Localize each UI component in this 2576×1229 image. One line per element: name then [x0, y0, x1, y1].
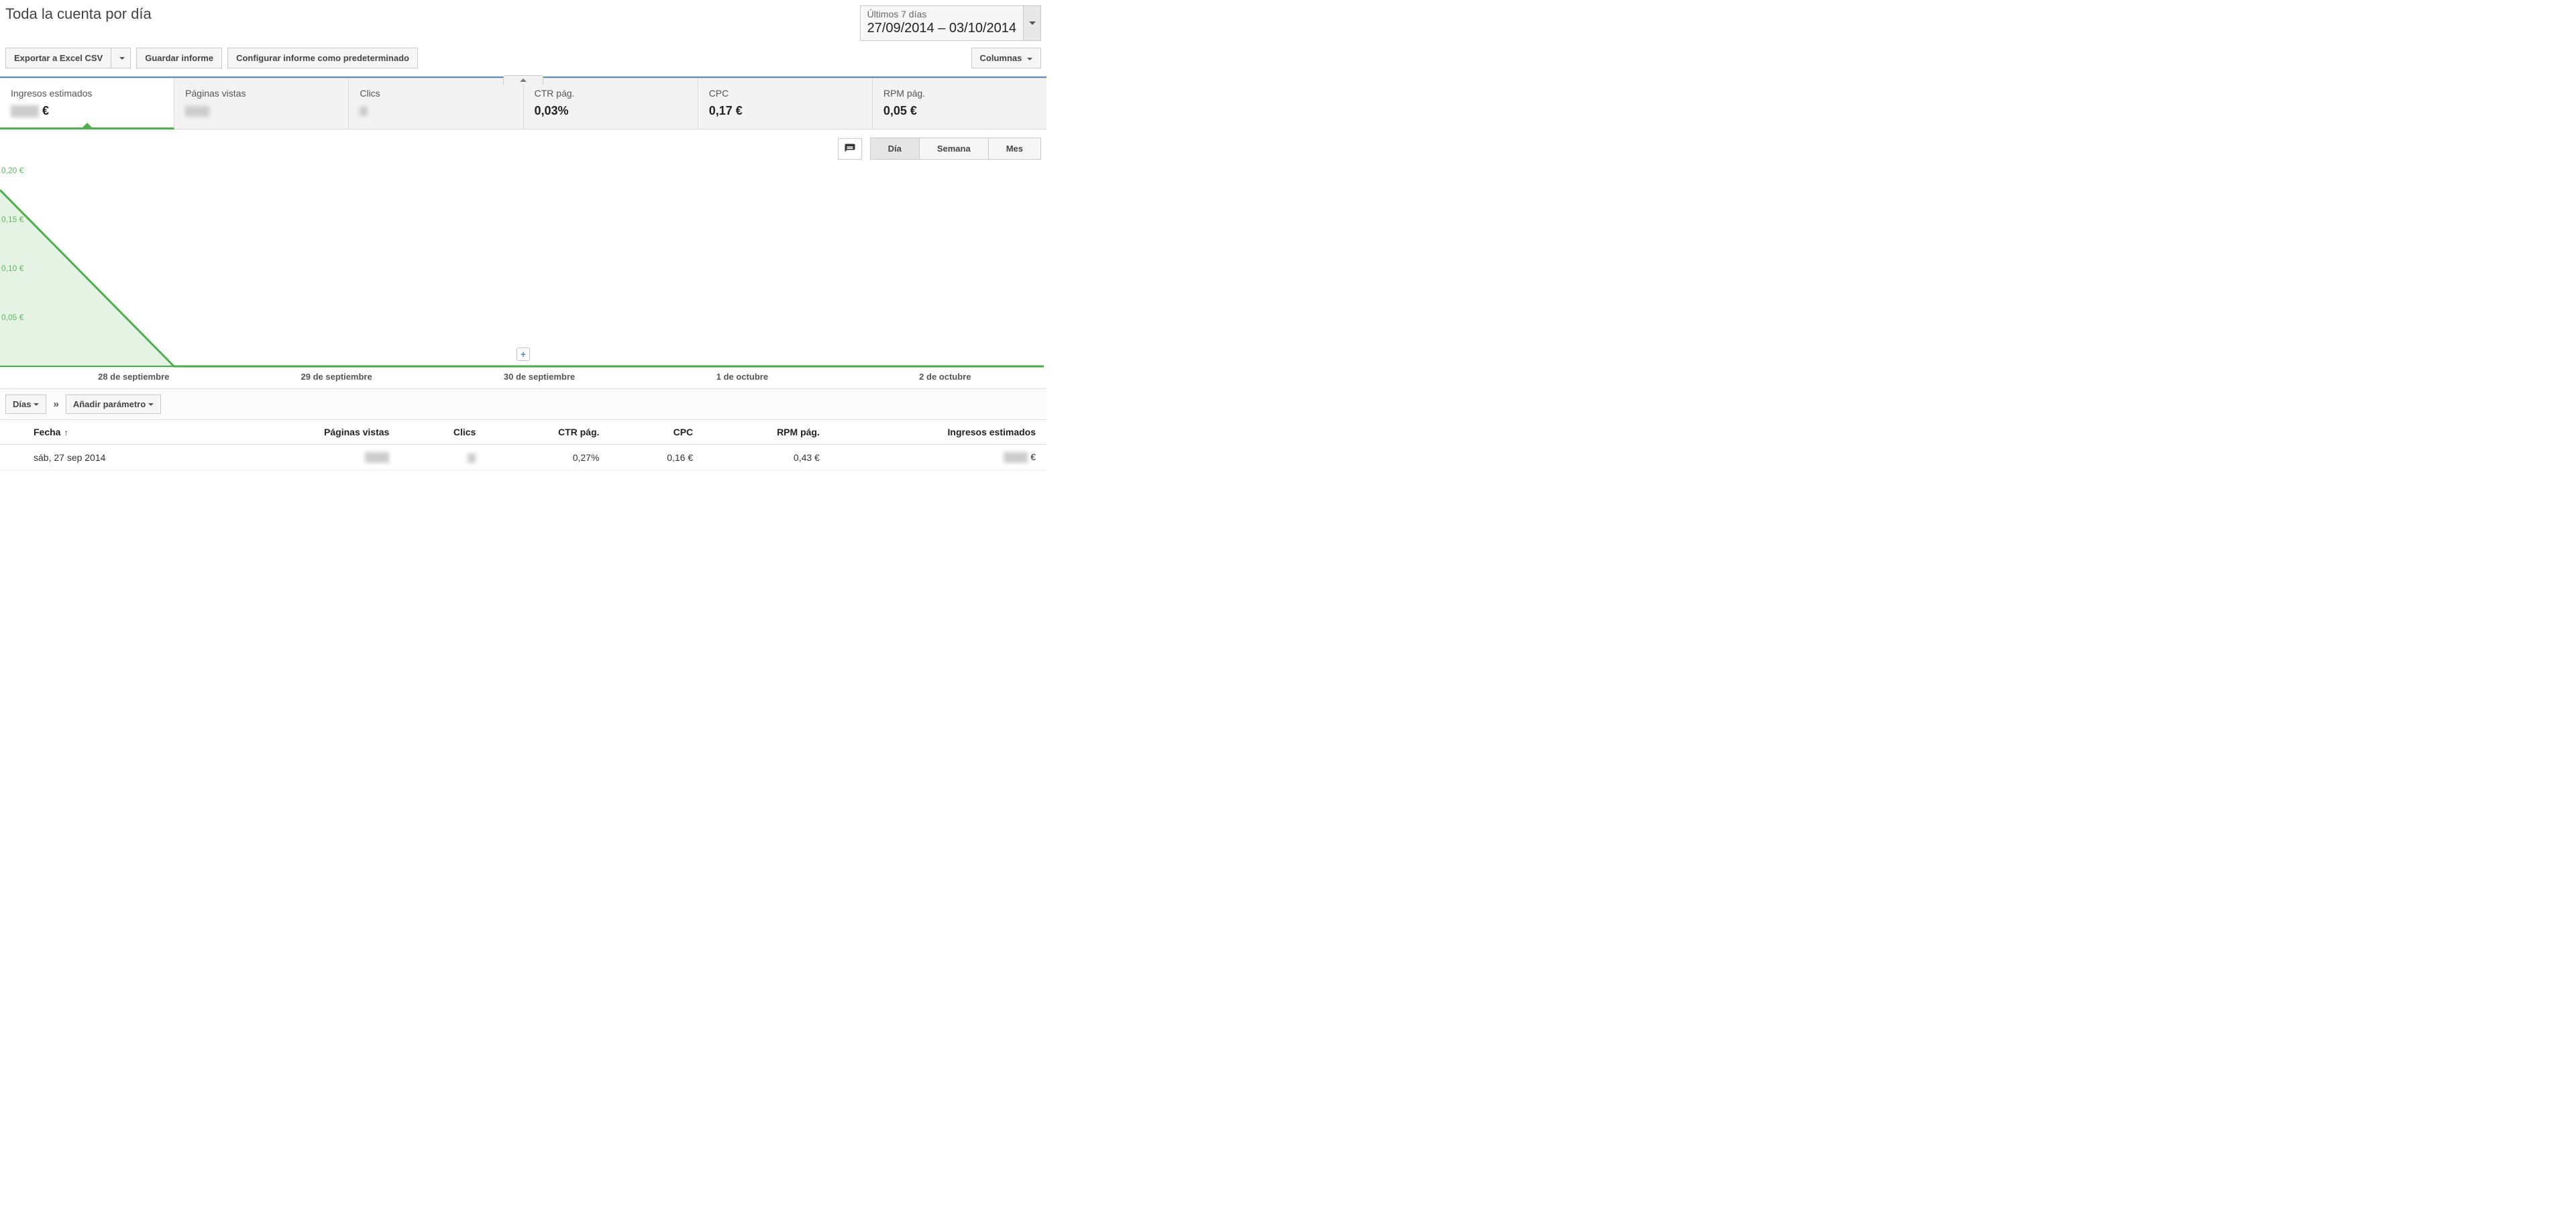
- date-range-dropdown-button[interactable]: [1023, 6, 1040, 40]
- chevron-down-icon: [119, 57, 125, 60]
- date-range-text: Últimos 7 días 27/09/2014 – 03/10/2014: [861, 6, 1023, 40]
- chart-x-tick: 2 de octubre: [844, 372, 1046, 382]
- metric-tab-4[interactable]: CPC 0,17 €: [698, 78, 873, 129]
- metric-tab-5[interactable]: RPM pág. 0,05 €: [873, 78, 1046, 129]
- add-parameter-dropdown[interactable]: Añadir parámetro: [66, 394, 161, 414]
- metric-tab-2[interactable]: Clics: [349, 78, 523, 129]
- dimension-label: Días: [13, 399, 31, 409]
- time-granularity-toggle: Día Semana Mes: [870, 138, 1041, 160]
- granularity-day[interactable]: Día: [870, 138, 920, 160]
- column-header-paginas[interactable]: Páginas vistas: [229, 420, 400, 445]
- collapse-handle[interactable]: [503, 75, 543, 85]
- granularity-week[interactable]: Semana: [920, 138, 989, 160]
- blurred-value: [365, 452, 389, 463]
- column-header-rpm[interactable]: RPM pág.: [704, 420, 830, 445]
- page-title: Toda la cuenta por día: [5, 5, 152, 23]
- metric-tabs: Ingresos estimados € Páginas vistas Clics C…: [0, 78, 1046, 129]
- chart-x-tick: 30 de septiembre: [438, 372, 641, 382]
- chart-x-tick: 28 de septiembre: [32, 372, 235, 382]
- granularity-month[interactable]: Mes: [989, 138, 1041, 160]
- chart-area: + 0,20 € 0,15 € 0,10 € 0,05 €: [0, 166, 1044, 368]
- chart-y-tick: 0,10 €: [1, 264, 23, 273]
- chart-x-tick: 1 de octubre: [641, 372, 843, 382]
- metric-tab-value: 0,03%: [535, 104, 687, 118]
- blurred-value: [1004, 452, 1028, 463]
- chevron-down-icon: [34, 403, 39, 406]
- annotations-button[interactable]: [838, 138, 862, 160]
- cell-rpm: 0,43 €: [704, 445, 830, 470]
- metric-tab-label: Ingresos estimados: [11, 88, 163, 99]
- chevron-up-icon: [520, 78, 527, 82]
- blurred-value: [468, 453, 476, 463]
- column-header-clics[interactable]: Clics: [400, 420, 486, 445]
- cell-ingresos: €: [830, 445, 1046, 470]
- cell-cpc: 0,16 €: [610, 445, 704, 470]
- table-row: sáb, 27 sep 2014 0,27%0,16 €0,43 € €: [0, 445, 1046, 470]
- export-button-group: Exportar a Excel CSV: [5, 48, 131, 68]
- column-header-fecha[interactable]: Fecha ↑: [0, 420, 229, 445]
- data-table: Fecha ↑Páginas vistasClicsCTR pág.CPCRPM…: [0, 420, 1046, 470]
- chart-x-axis: 28 de septiembre29 de septiembre30 de se…: [32, 368, 1046, 388]
- cell-fecha: sáb, 27 sep 2014: [0, 445, 229, 470]
- metric-tab-value: [185, 104, 337, 118]
- chevron-down-icon: [148, 403, 154, 406]
- metric-tab-value: 0,05 €: [883, 104, 1036, 118]
- metric-tab-label: RPM pág.: [883, 88, 1036, 99]
- sort-arrow-icon: ↑: [62, 428, 68, 437]
- date-range-value: 27/09/2014 – 03/10/2014: [867, 21, 1016, 36]
- blurred-value: [360, 107, 368, 116]
- cell-paginas: [229, 445, 400, 470]
- currency-suffix: €: [1028, 451, 1036, 462]
- blurred-value: [185, 106, 209, 117]
- metric-tab-label: Páginas vistas: [185, 88, 337, 99]
- set-default-report-button[interactable]: Configurar informe como predeterminado: [227, 48, 418, 68]
- cell-clics: [400, 445, 486, 470]
- metric-tab-value: [360, 104, 512, 118]
- date-range-label: Últimos 7 días: [867, 9, 1016, 19]
- chart-fill-area: [0, 190, 1044, 368]
- metric-tab-label: Clics: [360, 88, 512, 99]
- blurred-value: [11, 105, 39, 117]
- columns-button-label: Columnas: [980, 53, 1022, 63]
- line-chart: [0, 166, 1044, 368]
- speech-bubble-icon: [844, 143, 856, 155]
- metric-tab-label: CTR pág.: [535, 88, 687, 99]
- chart-y-tick: 0,20 €: [1, 166, 23, 175]
- metric-tab-1[interactable]: Páginas vistas: [174, 78, 349, 129]
- chart-x-tick: 29 de septiembre: [235, 372, 437, 382]
- metric-tab-0[interactable]: Ingresos estimados €: [0, 78, 174, 129]
- metric-tab-3[interactable]: CTR pág. 0,03%: [524, 78, 698, 129]
- add-annotation-marker[interactable]: +: [517, 348, 530, 361]
- metric-tab-value: 0,17 €: [709, 104, 861, 118]
- breadcrumb-separator: »: [53, 398, 58, 410]
- column-header-ingresos[interactable]: Ingresos estimados: [830, 420, 1046, 445]
- column-header-ctr[interactable]: CTR pág.: [486, 420, 610, 445]
- add-parameter-label: Añadir parámetro: [73, 399, 146, 409]
- chevron-down-icon: [1027, 58, 1032, 60]
- date-range-picker[interactable]: Últimos 7 días 27/09/2014 – 03/10/2014: [860, 5, 1041, 41]
- dimension-dropdown[interactable]: Días: [5, 394, 46, 414]
- chevron-down-icon: [1029, 21, 1036, 25]
- metric-tab-value: €: [11, 104, 163, 118]
- columns-button[interactable]: Columnas: [971, 48, 1041, 68]
- table-body: sáb, 27 sep 2014 0,27%0,16 €0,43 € €: [0, 445, 1046, 470]
- chart-line: [0, 190, 1044, 366]
- export-dropdown-button[interactable]: [111, 48, 131, 68]
- column-header-cpc[interactable]: CPC: [610, 420, 704, 445]
- export-csv-button[interactable]: Exportar a Excel CSV: [5, 48, 111, 68]
- metric-tab-label: CPC: [709, 88, 861, 99]
- chart-y-tick: 0,05 €: [1, 313, 23, 322]
- table-header-row: Fecha ↑Páginas vistasClicsCTR pág.CPCRPM…: [0, 420, 1046, 445]
- currency-suffix: €: [39, 104, 49, 117]
- save-report-button[interactable]: Guardar informe: [136, 48, 222, 68]
- cell-ctr: 0,27%: [486, 445, 610, 470]
- chart-y-tick: 0,15 €: [1, 215, 23, 224]
